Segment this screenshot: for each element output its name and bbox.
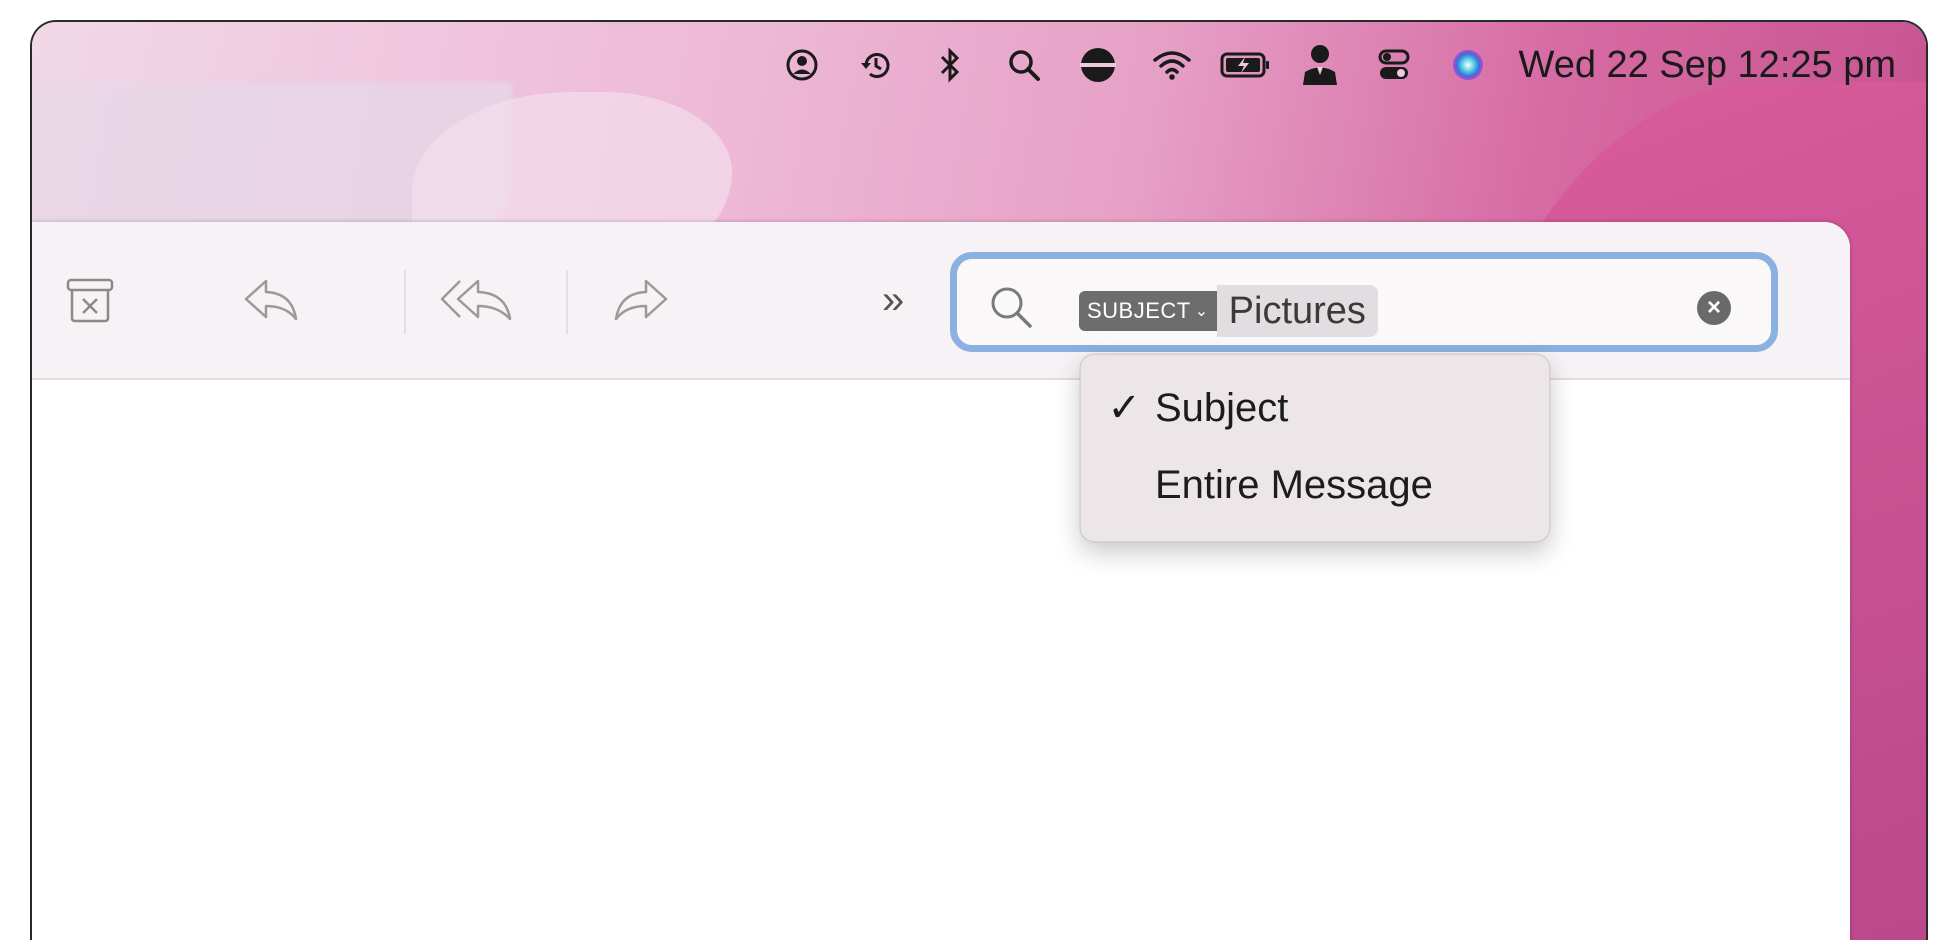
screen-frame: Wed 22 Sep 12:25 pm » SUBJECT ⌄ Pictures… — [30, 20, 1928, 940]
toolbar-divider — [404, 270, 406, 334]
window-toolbar: » SUBJECT ⌄ Pictures × — [32, 222, 1850, 380]
search-query-text[interactable]: Pictures — [1216, 285, 1378, 337]
forward-button[interactable] — [610, 272, 670, 332]
reply-all-icon — [440, 275, 516, 330]
search-scope-menu: ✓ Subject Entire Message — [1080, 354, 1550, 542]
chevron-down-icon: ⌄ — [1194, 303, 1209, 320]
siri-icon[interactable] — [1431, 35, 1505, 95]
clear-search-button[interactable]: × — [1697, 291, 1731, 325]
forward-icon — [610, 275, 670, 330]
reply-icon — [242, 275, 302, 330]
menu-item-subject[interactable]: ✓ Subject — [1081, 373, 1549, 443]
checkmark-icon: ✓ — [1107, 386, 1141, 430]
toolbar-divider — [566, 270, 568, 334]
spotlight-search-icon[interactable] — [987, 35, 1061, 95]
menu-item-label: Entire Message — [1155, 462, 1433, 507]
time-machine-icon[interactable] — [839, 35, 913, 95]
wifi-icon[interactable] — [1135, 35, 1209, 95]
reply-all-button[interactable] — [440, 272, 516, 332]
menubar-clock[interactable]: Wed 22 Sep 12:25 pm — [1519, 44, 1896, 87]
menu-item-entire-message[interactable]: Entire Message — [1081, 450, 1549, 520]
bluetooth-icon[interactable] — [913, 35, 987, 95]
user-silhouette-icon[interactable] — [1283, 35, 1357, 95]
menu-bar: Wed 22 Sep 12:25 pm — [32, 22, 1926, 108]
search-token[interactable]: SUBJECT ⌄ Pictures — [1079, 285, 1378, 337]
toolbar-overflow-button[interactable]: » — [882, 278, 904, 323]
control-center-icon[interactable] — [1357, 35, 1431, 95]
search-icon — [987, 283, 1035, 336]
search-field[interactable]: SUBJECT ⌄ Pictures × — [950, 252, 1778, 352]
archive-button[interactable] — [62, 272, 118, 332]
mail-window: » SUBJECT ⌄ Pictures × — [32, 222, 1850, 940]
search-scope-token[interactable]: SUBJECT ⌄ — [1079, 291, 1217, 331]
battery-charging-icon[interactable] — [1209, 35, 1283, 95]
menu-item-label: Subject — [1155, 385, 1289, 430]
archive-icon — [62, 274, 118, 331]
status-disc-icon[interactable] — [1061, 35, 1135, 95]
user-circle-icon[interactable] — [765, 35, 839, 95]
reply-button[interactable] — [242, 272, 302, 332]
search-scope-label: SUBJECT — [1087, 298, 1191, 323]
